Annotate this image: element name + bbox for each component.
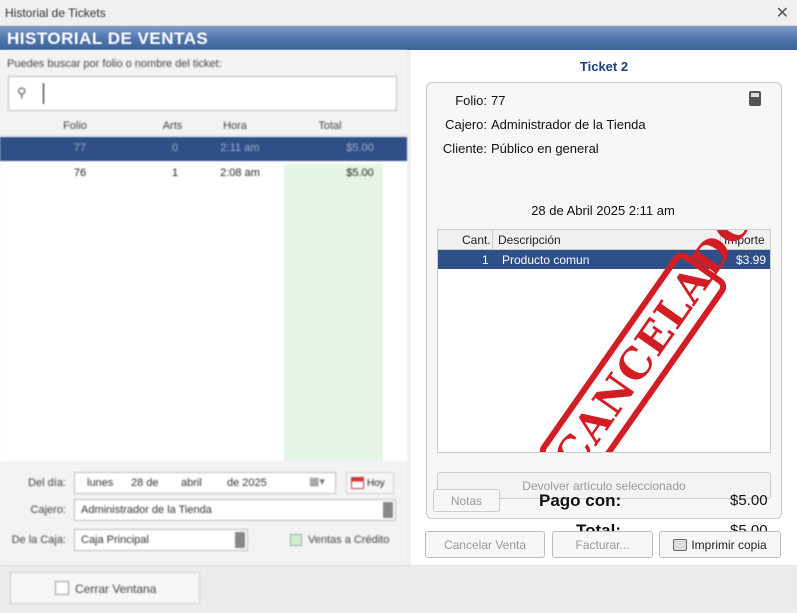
cancelar-venta-label: Cancelar Venta	[443, 538, 527, 552]
row-arts: 0	[171, 142, 179, 154]
cliente-label: Cliente:	[442, 141, 487, 156]
row-total: $5.00	[346, 167, 374, 179]
credito-checkbox[interactable]	[290, 534, 302, 546]
calculator-icon[interactable]	[749, 91, 761, 106]
ticket-card: Folio: 77 Cajero: Administrador de la Ti…	[426, 82, 782, 540]
facturar-label: Facturar...	[575, 538, 630, 552]
item-descripcion: Producto comun	[502, 253, 590, 267]
cajero-label: Cajero:	[30, 504, 66, 516]
cajero-value: Administrador de la Tienda	[81, 504, 212, 516]
search-hint: Puedes buscar por folio o nombre del tic…	[7, 58, 222, 70]
row-hora: 2:11 am	[220, 142, 260, 154]
table-row[interactable]: 77 0 2:11 am $5.00	[0, 137, 407, 161]
search-input[interactable]: ⚲	[8, 76, 397, 111]
date-month: abril	[181, 477, 202, 489]
cancelado-stamp: CANCELADO	[535, 230, 764, 452]
column-folio[interactable]: Folio	[50, 120, 100, 132]
close-window-button[interactable]: Cerrar Ventana	[10, 572, 200, 604]
facturar-button[interactable]: Facturar...	[552, 531, 653, 558]
row-arts: 1	[171, 167, 179, 179]
pago-label: Pago con:	[539, 491, 622, 510]
ticket-title: Ticket 2	[579, 59, 629, 74]
window-title: Historial de Tickets	[5, 6, 106, 20]
footer-bar: Cerrar Ventana	[0, 565, 797, 613]
ticket-date: 28 de Abril 2025 2:11 am	[531, 203, 675, 218]
column-divider	[492, 230, 493, 250]
title-bar: Historial de Tickets ✕	[0, 0, 797, 26]
close-window-label: Cerrar Ventana	[75, 582, 157, 596]
calendar-dropdown-icon[interactable]: ▦▾	[309, 475, 325, 488]
filters-panel: Del día: lunes 28 de abril de 2025 ▦▾ Ho…	[0, 463, 407, 563]
cajero-label: Cajero:	[445, 117, 487, 132]
sales-list-pane: Puedes buscar por folio o nombre del tic…	[0, 50, 407, 565]
folio-label: Folio:	[455, 93, 487, 108]
column-arts[interactable]: Arts	[150, 120, 195, 132]
imprimir-copia-button[interactable]: Imprimir copia	[659, 531, 781, 558]
column-hora[interactable]: Hora	[205, 120, 265, 132]
cajero-value: Administrador de la Tienda	[491, 117, 646, 132]
chevron-down-icon[interactable]	[235, 532, 245, 548]
close-icon[interactable]: ✕	[776, 3, 789, 23]
column-total[interactable]: Total	[300, 120, 360, 132]
ticket-panel: Ticket 2 Folio: 77 Cajero: Administrador…	[411, 50, 797, 565]
ticket-items-table[interactable]: Cant. Descripción Importe 1 Producto com…	[437, 229, 771, 453]
date-day: 28 de	[131, 477, 159, 489]
text-caret	[43, 83, 44, 104]
row-total: $5.00	[346, 142, 374, 154]
grid-header: Folio Arts Hora Total	[0, 116, 407, 136]
imprimir-copia-label: Imprimir copia	[691, 538, 767, 552]
column-descripcion: Descripción	[498, 233, 561, 247]
item-cant: 1	[482, 253, 489, 267]
date-weekday: lunes	[87, 477, 114, 489]
date-year: de 2025	[227, 477, 267, 489]
pago-value: $5.00	[730, 492, 768, 509]
sales-grid[interactable]: Folio Arts Hora Total 77 0 2:11 am $5.00…	[0, 116, 407, 461]
caja-label: De la Caja:	[11, 534, 66, 546]
cliente-value: Público en general	[491, 141, 599, 156]
calendar-icon	[351, 477, 364, 489]
row-folio: 76	[73, 167, 87, 179]
notas-label: Notas	[450, 494, 483, 508]
total-column-shade	[284, 164, 383, 461]
hoy-label: Hoy	[367, 478, 385, 489]
cajero-select[interactable]: Administrador de la Tienda	[74, 499, 396, 521]
credito-label: Ventas a Crédito	[308, 534, 390, 546]
date-picker[interactable]: lunes 28 de abril de 2025 ▦▾	[74, 472, 336, 494]
chevron-down-icon[interactable]	[383, 502, 393, 518]
notas-button[interactable]: Notas	[433, 489, 500, 512]
door-icon	[55, 581, 69, 595]
header-banner: HISTORIAL DE VENTAS	[0, 26, 797, 50]
printer-icon	[673, 539, 688, 551]
caja-select[interactable]: Caja Principal	[74, 529, 248, 551]
hoy-button[interactable]: Hoy	[346, 472, 394, 494]
banner-title: HISTORIAL DE VENTAS	[7, 29, 209, 48]
search-icon: ⚲	[17, 85, 27, 100]
folio-value: 77	[491, 93, 506, 108]
del-dia-label: Del día:	[28, 477, 66, 489]
cancelar-venta-button[interactable]: Cancelar Venta	[425, 531, 545, 558]
column-cant: Cant.	[462, 233, 491, 247]
row-hora: 2:08 am	[220, 167, 260, 179]
table-row[interactable]: 76 1 2:08 am $5.00	[0, 162, 407, 186]
caja-value: Caja Principal	[81, 534, 149, 546]
row-folio: 77	[73, 142, 87, 154]
